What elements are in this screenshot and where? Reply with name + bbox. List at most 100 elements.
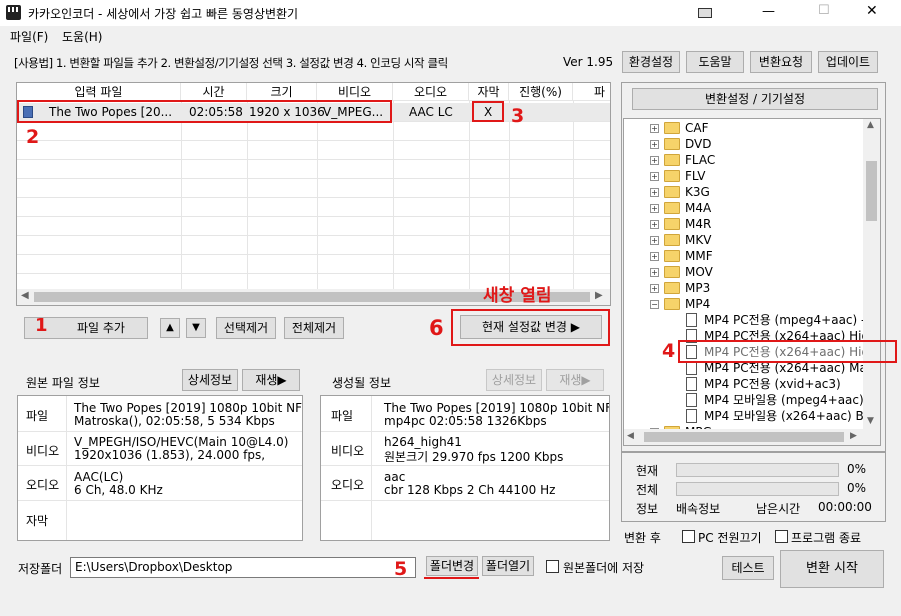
title-bar: 카카오인코더 - 세상에서 가장 쉽고 빠른 동영상변환기 — ☐ ✕ <box>0 0 901 26</box>
tree-scroll-up-icon[interactable]: ▲ <box>867 120 874 130</box>
output-info-table: 파일 The Two Popes [2019] 1080p 10bit NF W… <box>320 395 610 541</box>
tray-icon[interactable] <box>698 8 712 18</box>
col-input-file[interactable]: 입력 파일 <box>17 83 181 101</box>
update-button[interactable]: 업데이트 <box>818 51 878 73</box>
tree-scroll-right-icon[interactable]: ▶ <box>850 431 857 441</box>
usage-text: [사용법] 1. 변환할 파일들 추가 2. 변환설정/기기설정 선택 3. 설… <box>14 56 448 70</box>
pc-off-label: PC 전원끄기 <box>698 531 762 545</box>
save-path-field[interactable]: E:\Users\Dropbox\Desktop <box>70 557 416 578</box>
tree-item-1[interactable]: + DVD <box>624 136 862 152</box>
remove-all-button[interactable]: 전체제거 <box>284 317 344 339</box>
tree-vscrollbar[interactable]: ▲ ▼ <box>863 119 880 429</box>
tree-hscrollbar[interactable]: ◀ ▶ <box>624 429 880 445</box>
settings-header-button[interactable]: 변환설정 / 기기설정 <box>632 88 878 110</box>
maximize-button[interactable]: ☐ <box>818 3 830 18</box>
output-detail-button[interactable]: 상세정보 <box>486 369 542 391</box>
open-folder-button[interactable]: 폴더열기 <box>482 556 534 576</box>
expand-icon[interactable]: + <box>650 124 659 133</box>
expand-icon[interactable]: + <box>650 204 659 213</box>
annotation-3: 3 <box>511 105 525 127</box>
src-file-line1: The Two Popes [2019] 1080p 10bit NF W <box>74 401 303 415</box>
row-audio: AAC LC <box>409 105 453 119</box>
expand-icon[interactable]: + <box>650 236 659 245</box>
folder-icon <box>664 202 680 214</box>
scroll-right-icon[interactable]: ▶ <box>595 290 603 301</box>
tree-item-2[interactable]: + FLAC <box>624 152 862 168</box>
folder-icon <box>664 234 680 246</box>
source-detail-button[interactable]: 상세정보 <box>182 369 238 391</box>
tree-item-0[interactable]: + CAF <box>624 120 862 136</box>
test-button[interactable]: 테스트 <box>722 556 774 580</box>
expand-icon[interactable]: + <box>650 268 659 277</box>
save-folder-label: 저장폴더 <box>18 562 63 576</box>
tree-item-10[interactable]: + MP3 <box>624 280 862 296</box>
menu-file[interactable]: 파일(F) <box>10 28 48 45</box>
tree-item-12[interactable]: MP4 PC전용 (mpeg4+aac) - <box>624 312 866 328</box>
start-button[interactable]: 변환 시작 <box>780 550 884 588</box>
move-up-button[interactable]: ▲ <box>160 318 180 338</box>
col-subtitle[interactable]: 자막 <box>469 83 509 101</box>
tree-label: MP4 모바일용 (mpeg4+aac) <box>704 393 864 407</box>
tree-label: MP4 PC전용 (mpeg4+aac) - <box>704 313 866 327</box>
out-label-audio: 오디오 <box>331 478 365 492</box>
tree-label: MP4 <box>685 297 711 311</box>
collapse-icon[interactable]: − <box>650 300 659 309</box>
tree-item-18[interactable]: MP4 모바일용 (x264+aac) Ba <box>624 408 871 424</box>
col-video[interactable]: 비디오 <box>317 83 393 101</box>
source-play-button[interactable]: 재생▶ <box>242 369 300 391</box>
env-settings-button[interactable]: 환경설정 <box>622 51 680 73</box>
same-folder-checkbox[interactable] <box>546 560 559 573</box>
tree-label: MP4 모바일용 (x264+aac) Ba <box>704 409 872 423</box>
src-audio-line1: AAC(LC) <box>74 470 124 484</box>
out-label-video: 비디오 <box>331 444 365 458</box>
settings-tree[interactable]: + CAF + DVD + FLAC + FLV + K3G + M4A + M4R + MKV + MMF + MO… <box>623 118 881 446</box>
menu-help[interactable]: 도움(H) <box>62 28 102 45</box>
tree-item-9[interactable]: + MOV <box>624 264 862 280</box>
change-settings-button[interactable]: 현재 설정값 변경 ▶ <box>460 315 602 339</box>
tree-item-7[interactable]: + MKV <box>624 232 862 248</box>
expand-icon[interactable]: + <box>650 172 659 181</box>
change-folder-button[interactable]: 폴더변경 <box>426 556 478 576</box>
tree-scroll-thumb[interactable] <box>866 161 877 221</box>
col-progress[interactable]: 진행(%) <box>509 83 573 101</box>
expand-icon[interactable]: + <box>650 156 659 165</box>
pc-off-checkbox[interactable] <box>682 530 695 543</box>
tree-item-11[interactable]: − MP4 <box>624 296 862 312</box>
prog-exit-label: 프로그램 종료 <box>791 531 862 545</box>
output-play-button[interactable]: 재생▶ <box>546 369 604 391</box>
col-time[interactable]: 시간 <box>181 83 247 101</box>
tree-label: MMF <box>685 249 713 263</box>
remove-selected-button[interactable]: 선택제거 <box>216 317 276 339</box>
move-down-button[interactable]: ▼ <box>186 318 206 338</box>
col-size[interactable]: 크기 <box>247 83 317 101</box>
tree-item-16[interactable]: MP4 PC전용 (xvid+ac3) <box>624 376 862 392</box>
tree-item-3[interactable]: + FLV <box>624 168 862 184</box>
src-audio-line2: 6 Ch, 48.0 KHz <box>74 483 163 497</box>
col-extra[interactable]: 파 <box>573 83 610 101</box>
tree-scroll-down-icon[interactable]: ▼ <box>867 416 874 426</box>
tree-scroll-left-icon[interactable]: ◀ <box>627 431 634 441</box>
close-button[interactable]: ✕ <box>866 3 878 19</box>
help-button[interactable]: 도움말 <box>686 51 744 73</box>
minimize-button[interactable]: — <box>762 4 775 19</box>
tree-hscroll-thumb[interactable] <box>644 432 844 442</box>
scroll-left-icon[interactable]: ◀ <box>21 290 29 301</box>
tree-item-17[interactable]: MP4 모바일용 (mpeg4+aac) <box>624 392 864 408</box>
prog-exit-checkbox[interactable] <box>775 530 788 543</box>
window-title: 카카오인코더 - 세상에서 가장 쉽고 빠른 동영상변환기 <box>28 7 299 21</box>
expand-icon[interactable]: + <box>650 284 659 293</box>
expand-icon[interactable]: + <box>650 220 659 229</box>
tree-label: FLAC <box>685 153 716 167</box>
tree-item-5[interactable]: + M4A <box>624 200 862 216</box>
tree-item-8[interactable]: + MMF <box>624 248 862 264</box>
annotation-6: 6 <box>429 316 444 340</box>
status-info-label: 정보 <box>636 502 659 516</box>
tree-item-6[interactable]: + M4R <box>624 216 862 232</box>
tree-label: M4R <box>685 217 712 231</box>
request-button[interactable]: 변환요청 <box>750 51 812 73</box>
expand-icon[interactable]: + <box>650 252 659 261</box>
expand-icon[interactable]: + <box>650 188 659 197</box>
tree-item-4[interactable]: + K3G <box>624 184 862 200</box>
col-audio[interactable]: 오디오 <box>393 83 469 101</box>
expand-icon[interactable]: + <box>650 140 659 149</box>
